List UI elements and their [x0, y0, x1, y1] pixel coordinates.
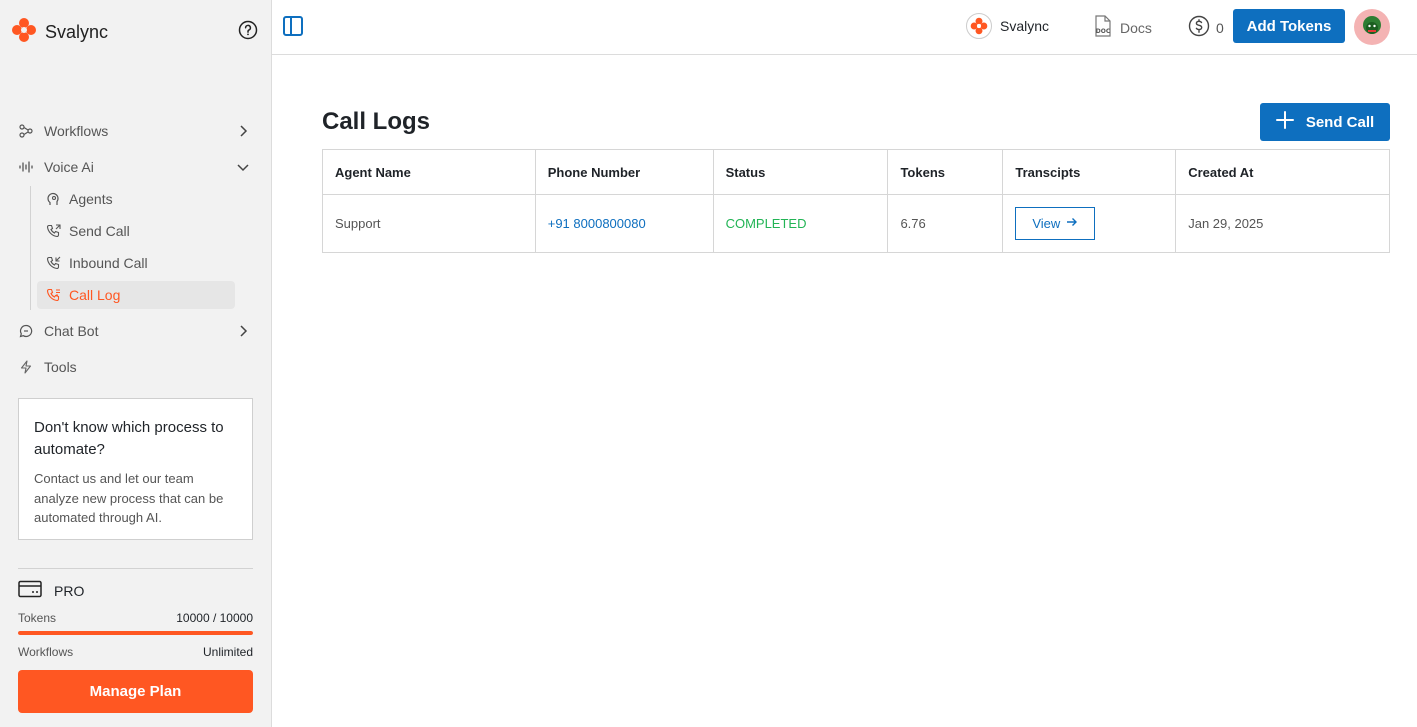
agent-name-cell: Support [322, 194, 536, 253]
svg-text:DOC: DOC [1096, 28, 1111, 35]
agent-head-icon [45, 191, 61, 207]
tokens-value: 10000 / 10000 [176, 611, 253, 625]
promo-title: Don't know which process to automate? [34, 419, 224, 458]
tokens-progress-bar [18, 631, 253, 635]
workspace-logo-icon [966, 13, 992, 39]
submenu-divider [30, 186, 31, 310]
workspace-name: Svalync [1000, 18, 1050, 34]
topbar: Svalync DOC Docs 0 Add Tokens [272, 0, 1417, 55]
sidebar-item-tools[interactable]: Tools [18, 353, 254, 381]
sidebar-item-send-call[interactable]: Send Call [37, 217, 235, 245]
send-call-label: Send Call [1305, 113, 1375, 131]
column-header-phone-number[interactable]: Phone Number [534, 149, 714, 195]
tokens-usage: Tokens 10000 / 10000 [18, 611, 253, 625]
table-header-row: Agent Name Phone Number Status Tokens Tr… [322, 149, 1390, 195]
sidebar-item-inbound-call[interactable]: Inbound Call [37, 249, 235, 277]
sidebar-toggle-icon[interactable] [282, 15, 304, 37]
workflows-label: Workflows [18, 645, 74, 659]
plan-name: PRO [54, 582, 85, 599]
chat-bubble-icon [18, 323, 34, 339]
svalync-logo-icon [11, 17, 37, 48]
sidebar-item-chat-bot[interactable]: Chat Bot [18, 317, 254, 345]
plan-divider [18, 568, 253, 569]
tokens-cell: 6.76 [887, 194, 1004, 253]
workflows-usage: Workflows Unlimited [18, 645, 253, 659]
balance-value: 0 [1216, 19, 1224, 36]
sidebar-item-workflows[interactable]: Workflows [18, 117, 254, 145]
column-header-transcripts[interactable]: Transcipts [1002, 149, 1177, 195]
send-call-button[interactable]: Send Call [1260, 103, 1390, 141]
sidebar-item-label: Inbound Call [69, 255, 148, 271]
sidebar-item-label: Tools [44, 359, 77, 375]
page-title: Call Logs [322, 108, 431, 135]
add-tokens-button[interactable]: Add Tokens [1233, 9, 1345, 43]
plus-icon [1275, 111, 1294, 133]
status-cell: COMPLETED [712, 194, 889, 253]
sidebar-item-call-log[interactable]: Call Log [37, 281, 235, 309]
phone-log-icon [45, 287, 61, 303]
document-icon: DOC [1094, 15, 1112, 40]
workflows-value: Unlimited [202, 645, 253, 659]
call-logs-table: Agent Name Phone Number Status Tokens Tr… [322, 149, 1390, 253]
column-header-status[interactable]: Status [712, 149, 889, 195]
credit-card-icon [18, 580, 42, 601]
workflow-icon [18, 123, 34, 139]
promo-body: Contact us and let our team analyze new … [34, 471, 224, 525]
token-balance: 0 [1188, 15, 1224, 40]
column-header-created-at[interactable]: Created At [1175, 149, 1390, 195]
sidebar-item-label: Chat Bot [44, 323, 99, 339]
sidebar-item-label: Voice Ai [44, 159, 94, 175]
workspace-switcher[interactable]: Svalync [966, 13, 1049, 39]
brand[interactable]: Svalync [11, 17, 108, 48]
brand-name: Svalync [45, 22, 109, 42]
sidebar-item-label: Call Log [69, 287, 121, 303]
sidebar-item-label: Workflows [44, 123, 109, 139]
audio-wave-icon [18, 159, 34, 175]
sidebar-item-label: Send Call [69, 223, 130, 239]
lightning-icon [18, 359, 34, 375]
tokens-label: Tokens [18, 611, 57, 625]
arrow-right-icon [1066, 216, 1078, 231]
chevron-right-icon [236, 124, 250, 138]
manage-plan-button[interactable]: Manage Plan [18, 670, 253, 713]
avatar[interactable] [1354, 9, 1390, 45]
phone-outgoing-icon [45, 223, 61, 239]
sidebar-item-agents[interactable]: Agents [37, 185, 235, 213]
phone-incoming-icon [45, 255, 61, 271]
sidebar-item-voice-ai[interactable]: Voice Ai [18, 153, 254, 181]
column-header-agent-name[interactable]: Agent Name [322, 149, 536, 195]
sidebar-item-label: Agents [69, 191, 113, 207]
chevron-down-icon [236, 160, 250, 174]
tokens-progress-fill [18, 631, 253, 635]
docs-label: Docs [1120, 19, 1152, 36]
table-row: Support +91 8000800080 COMPLETED 6.76 Vi… [322, 194, 1390, 253]
help-icon[interactable] [238, 20, 258, 40]
sidebar: Svalync Workflows Voice Ai Agents Send C… [0, 0, 272, 727]
created-at-cell: Jan 29, 2025 [1175, 194, 1390, 253]
view-transcript-button[interactable]: View [1015, 207, 1096, 240]
plan-header: PRO [18, 580, 84, 601]
transcript-cell: View [1002, 194, 1177, 253]
dollar-coin-icon [1188, 15, 1210, 40]
chevron-right-icon [236, 324, 250, 338]
column-header-tokens[interactable]: Tokens [887, 149, 1004, 195]
automation-promo-card: Don't know which process to automate? Co… [18, 398, 253, 540]
view-label: View [1032, 216, 1061, 231]
phone-number-cell[interactable]: +91 8000800080 [534, 194, 714, 253]
docs-link[interactable]: DOC Docs [1094, 15, 1152, 40]
